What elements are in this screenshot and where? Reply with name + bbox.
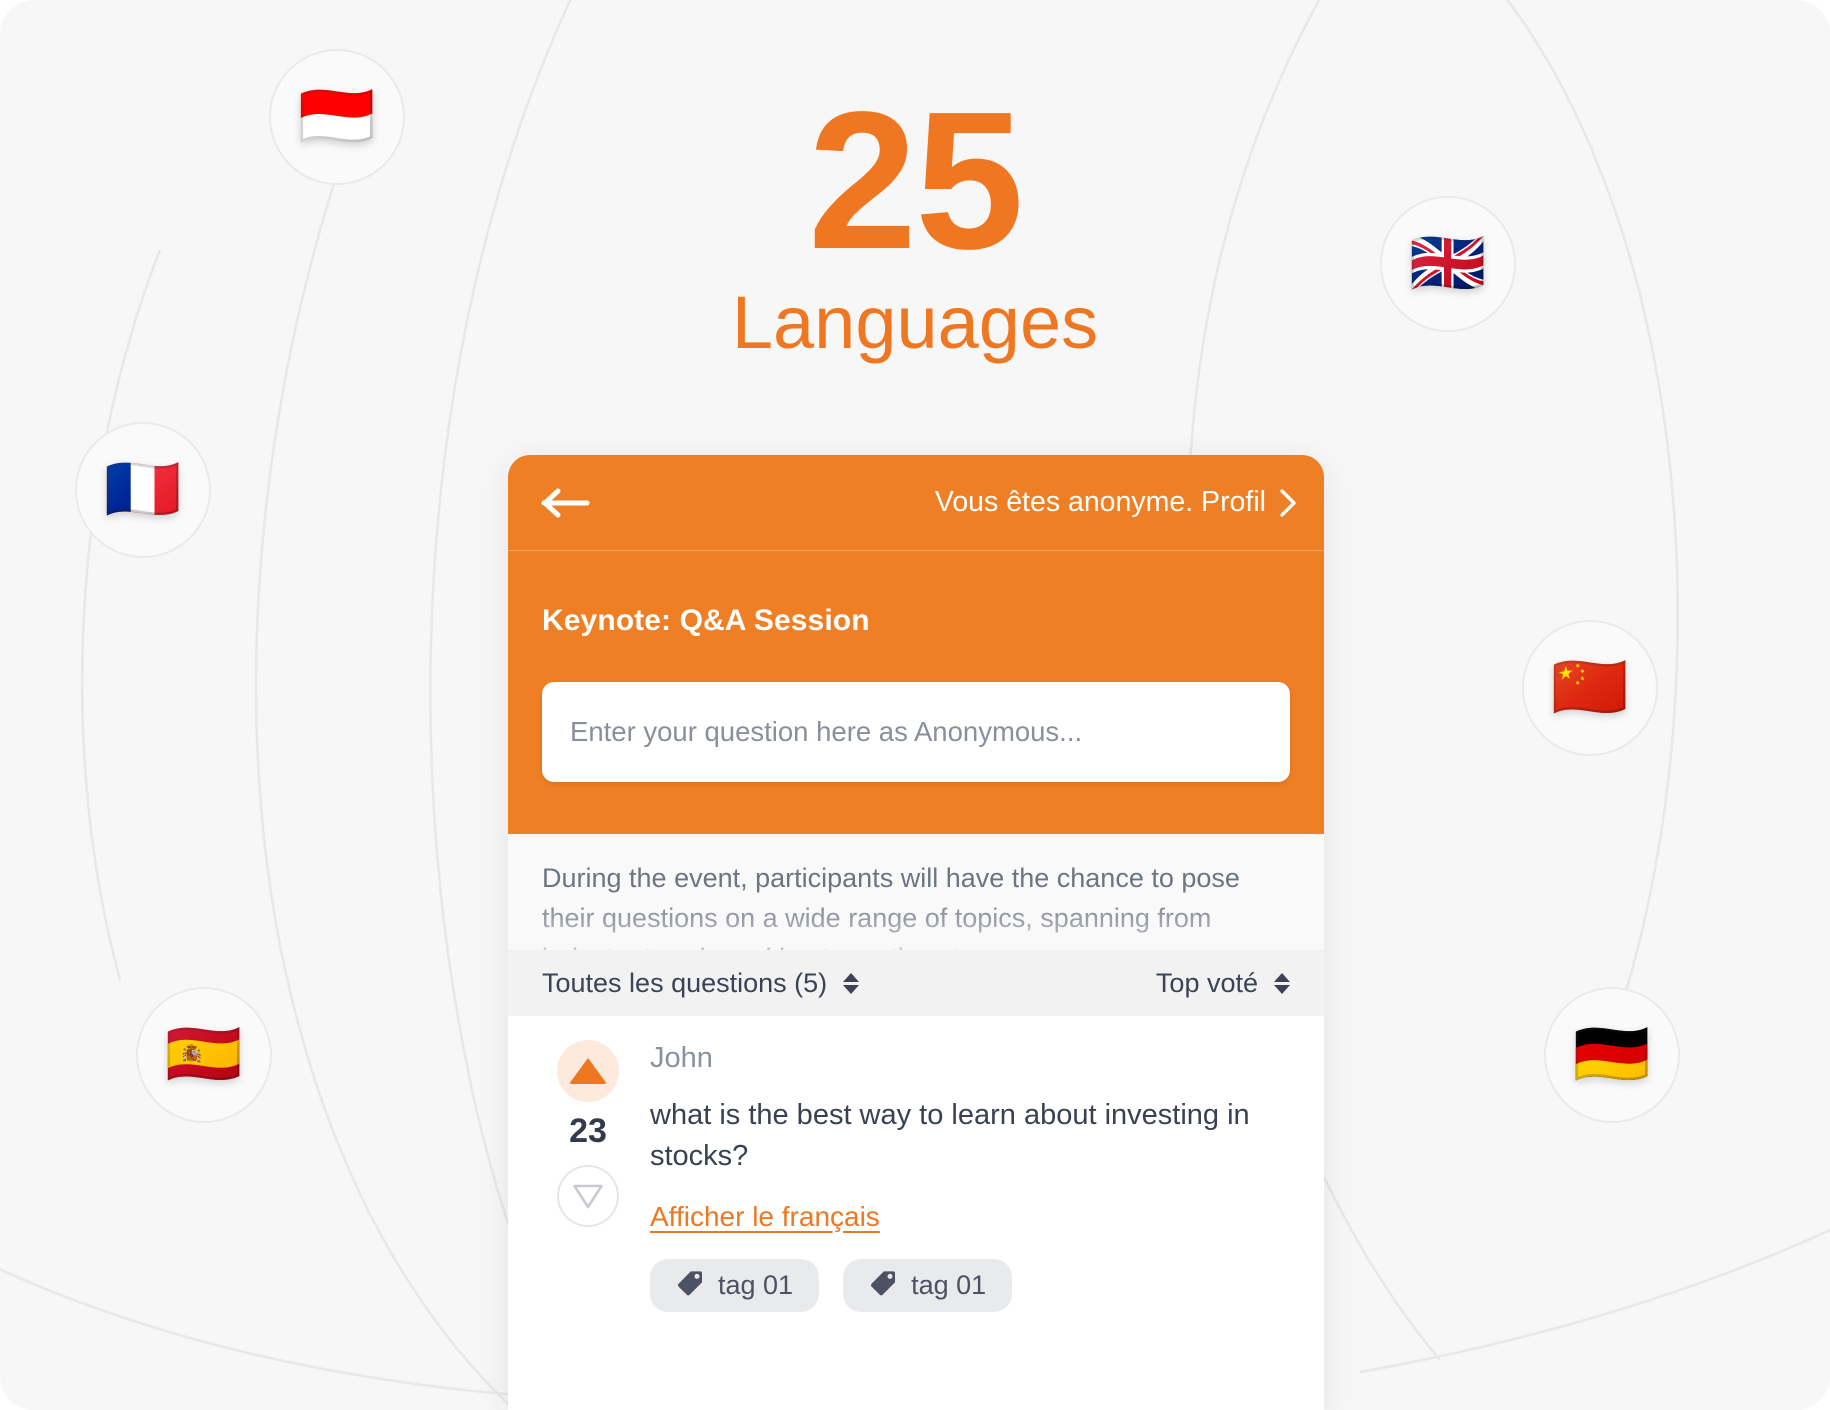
sort-arrows-icon (1274, 972, 1290, 994)
tag-icon (676, 1269, 704, 1302)
question-text: what is the best way to learn about inve… (650, 1099, 1250, 1172)
flag-bubble-germany: 🇩🇪 (1544, 987, 1680, 1123)
question-item: 23 John what is the best way to learn ab… (508, 1016, 1324, 1312)
profile-link-label: Vous êtes anonyme. Profil (934, 486, 1266, 518)
triangle-down-icon (573, 1184, 603, 1209)
filter-bar: Toutes les questions (5) Top voté (508, 950, 1324, 1016)
downvote-button[interactable] (557, 1165, 619, 1227)
ask-question-box[interactable] (542, 682, 1290, 782)
question-list: 23 John what is the best way to learn ab… (508, 1016, 1324, 1312)
flag-bubble-united-kingdom: 🇬🇧 (1380, 196, 1516, 332)
questions-filter-dropdown[interactable]: Toutes les questions (5) (542, 967, 860, 999)
tag-label: tag 01 (911, 1270, 987, 1300)
translate-link[interactable]: Afficher le français (650, 1201, 880, 1233)
header-spacer (508, 782, 1324, 834)
united-kingdom-flag-icon: 🇬🇧 (1409, 229, 1487, 298)
session-description-text: During the event, participants will have… (542, 863, 1240, 950)
vote-column: 23 (542, 1040, 634, 1312)
back-arrow-icon (541, 488, 590, 517)
questions-filter-label: Toutes les questions (5) (542, 967, 828, 998)
germany-flag-icon: 🇩🇪 (1573, 1020, 1651, 1089)
qa-app-card: Vous êtes anonyme. Profil Keynote: Q&A S… (508, 455, 1324, 1410)
tag-label: tag 01 (718, 1270, 794, 1300)
profile-link[interactable]: Vous êtes anonyme. Profil (935, 486, 1298, 519)
card-header: Vous êtes anonyme. Profil Keynote: Q&A S… (508, 455, 1324, 834)
hero-label: Languages (731, 281, 1099, 365)
question-author: John (650, 1042, 713, 1074)
spain-flag-icon: 🇪🇸 (165, 1020, 243, 1089)
back-button[interactable] (540, 483, 592, 523)
upvote-button[interactable] (557, 1040, 619, 1102)
question-body: John what is the best way to learn about… (642, 1040, 1290, 1312)
tag-pill[interactable]: tag 01 (650, 1259, 820, 1312)
flag-bubble-spain: 🇪🇸 (136, 987, 272, 1123)
tag-icon (869, 1269, 897, 1302)
indonesia-flag-icon: 🇮🇩 (298, 82, 376, 151)
sort-filter-label: Top voté (1155, 967, 1258, 998)
session-title: Keynote: Q&A Session (542, 604, 870, 637)
tag-pill[interactable]: tag 01 (843, 1259, 1013, 1312)
france-flag-icon: 🇫🇷 (104, 455, 182, 524)
sort-arrows-icon (843, 972, 860, 994)
ask-question-input[interactable] (570, 716, 1262, 748)
session-description: During the event, participants will have… (508, 834, 1324, 950)
china-flag-icon: 🇨🇳 (1551, 653, 1629, 722)
flag-bubble-indonesia: 🇮🇩 (269, 49, 405, 185)
vote-count: 23 (569, 1112, 607, 1150)
chevron-right-icon (1278, 487, 1298, 519)
flag-bubble-france: 🇫🇷 (75, 422, 211, 558)
app-topbar: Vous êtes anonyme. Profil (508, 455, 1324, 551)
flag-bubble-china: 🇨🇳 (1522, 620, 1658, 756)
page-root: 25 Languages 🇮🇩 🇬🇧 🇫🇷 🇨🇳 🇪🇸 🇩🇪 Vous êtes… (0, 0, 1830, 1410)
triangle-up-icon (569, 1058, 607, 1084)
sort-filter-dropdown[interactable]: Top voté (1156, 968, 1290, 999)
tag-row: tag 01 tag 01 (650, 1259, 1290, 1312)
